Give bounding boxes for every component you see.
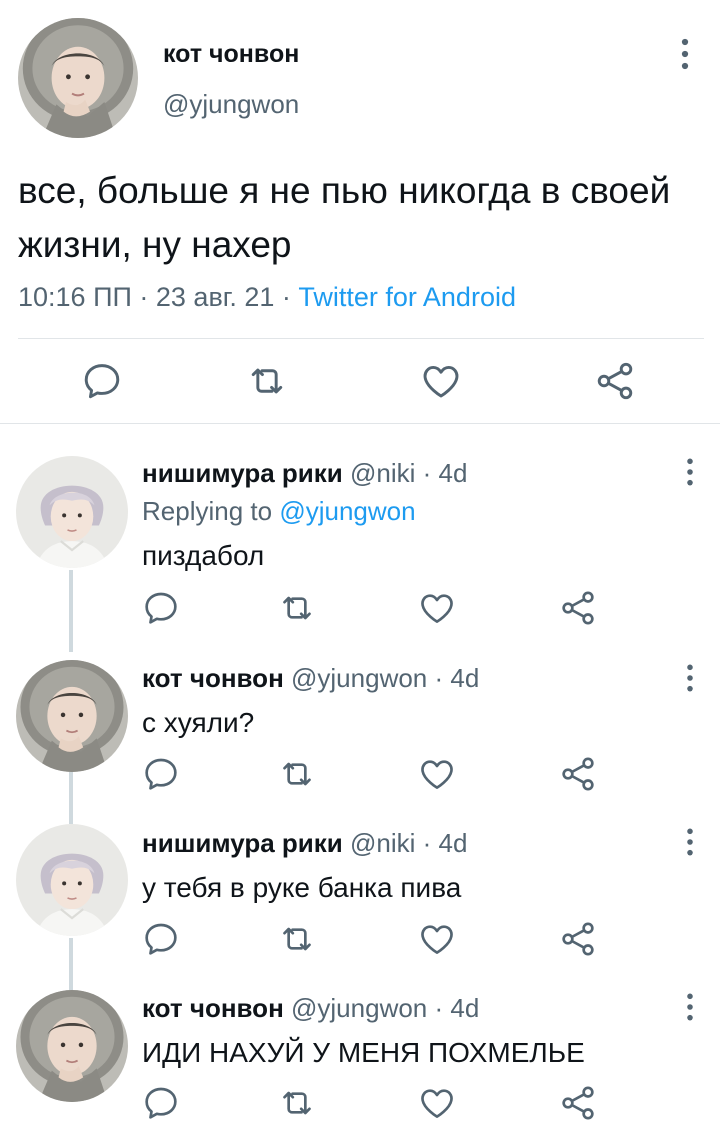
like-icon[interactable] — [417, 754, 457, 794]
tweet-date: 23 авг. 21 — [155, 282, 275, 312]
avatar-hooded-person-icon — [16, 990, 128, 1102]
reply-icon[interactable] — [141, 1083, 181, 1123]
author-handle[interactable]: @yjungwon — [291, 663, 427, 693]
reply-text: у тебя в руке банка пива — [142, 872, 462, 903]
reply-header: кот чонвон @yjungwon · 4d — [142, 993, 479, 1024]
reply-icon[interactable] — [141, 754, 181, 794]
author-handle[interactable]: @niki — [350, 828, 415, 858]
tweet-time: 10:16 ПП — [18, 282, 132, 312]
avatar-hooded-person-icon — [18, 18, 138, 138]
like-icon[interactable] — [417, 1083, 457, 1123]
retweet-icon[interactable] — [277, 919, 317, 959]
reply-time: 4d — [438, 458, 468, 488]
retweet-icon[interactable] — [277, 754, 317, 794]
reply-text: с хуяли? — [142, 707, 255, 738]
author-name[interactable]: кот чонвон — [142, 663, 284, 693]
tweet-source-link[interactable]: Twitter for Android — [298, 282, 516, 312]
reply-text: пиздабол — [142, 540, 265, 571]
more-options-icon[interactable] — [677, 826, 703, 858]
replying-to: Replying to @yjungwon — [142, 496, 416, 527]
more-options-icon[interactable] — [677, 991, 703, 1023]
reply-icon[interactable] — [80, 359, 124, 403]
meta-separator: · — [274, 282, 299, 312]
more-options-icon[interactable] — [670, 36, 700, 72]
meta-separator: · — [415, 828, 439, 858]
share-icon[interactable] — [558, 1083, 598, 1123]
avatar-silver-hair-person-icon — [16, 824, 128, 936]
avatar-hooded-person-icon — [16, 660, 128, 772]
replying-to-prefix: Replying to — [142, 496, 280, 526]
author-name[interactable]: нишимура рики — [142, 458, 343, 488]
thread-line — [69, 570, 73, 652]
author-handle[interactable]: @niki — [350, 458, 415, 488]
retweet-icon[interactable] — [245, 359, 289, 403]
reply-time: 4d — [450, 993, 480, 1023]
reply-header: нишимура рики @niki · 4d — [142, 458, 467, 489]
author-name[interactable]: нишимура рики — [142, 828, 343, 858]
reply-header: кот чонвон @yjungwon · 4d — [142, 663, 479, 694]
reply-icon[interactable] — [141, 919, 181, 959]
reply-time: 4d — [438, 828, 468, 858]
meta-separator: · — [427, 663, 451, 693]
meta-separator: · — [427, 993, 451, 1023]
author-handle[interactable]: @yjungwon — [291, 993, 427, 1023]
reply-icon[interactable] — [141, 588, 181, 628]
section-divider — [0, 423, 720, 424]
avatar[interactable] — [18, 18, 138, 138]
main-tweet: кот чонвон @yjungwon все, больше я не пь… — [0, 0, 720, 424]
reply-time: 4d — [450, 663, 480, 693]
thread-line — [69, 772, 73, 824]
more-options-icon[interactable] — [677, 662, 703, 694]
thread-line — [69, 938, 73, 990]
tweet-meta: 10:16 ПП · 23 авг. 21 · Twitter for Andr… — [18, 282, 516, 313]
author-name[interactable]: кот чонвон — [142, 993, 284, 1023]
avatar[interactable] — [16, 456, 128, 568]
like-icon[interactable] — [417, 919, 457, 959]
share-icon[interactable] — [558, 919, 598, 959]
like-icon[interactable] — [417, 588, 457, 628]
divider — [18, 338, 704, 339]
more-options-icon[interactable] — [677, 456, 703, 488]
replying-to-mention[interactable]: @yjungwon — [279, 496, 415, 526]
share-icon[interactable] — [593, 359, 637, 403]
author-handle[interactable]: @yjungwon — [163, 89, 299, 120]
avatar[interactable] — [16, 660, 128, 772]
share-icon[interactable] — [558, 754, 598, 794]
meta-separator: · — [131, 282, 156, 312]
reply-text: ИДИ НАХУЙ У МЕНЯ ПОХМЕЛЬЕ — [142, 1037, 585, 1068]
meta-separator: · — [415, 458, 439, 488]
retweet-icon[interactable] — [277, 588, 317, 628]
tweet-text: все, больше я не пью никогда в своей жиз… — [18, 170, 671, 265]
avatar-silver-hair-person-icon — [16, 456, 128, 568]
share-icon[interactable] — [558, 588, 598, 628]
retweet-icon[interactable] — [277, 1083, 317, 1123]
like-icon[interactable] — [419, 359, 463, 403]
avatar[interactable] — [16, 990, 128, 1102]
reply-header: нишимура рики @niki · 4d — [142, 828, 467, 859]
author-name[interactable]: кот чонвон — [163, 40, 299, 69]
avatar[interactable] — [16, 824, 128, 936]
